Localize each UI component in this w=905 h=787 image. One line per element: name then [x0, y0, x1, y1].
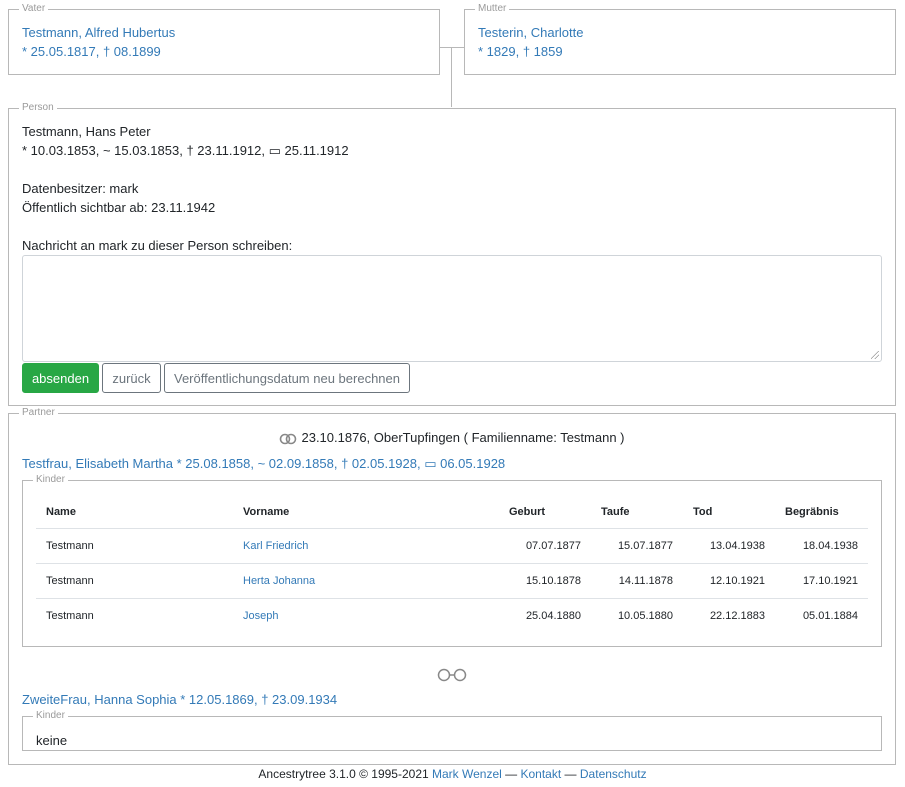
cell-begraebnis: 17.10.1921: [775, 563, 868, 599]
footer: Ancestrytree 3.1.0 © 1995-2021 Mark Wenz…: [0, 766, 905, 782]
recalc-publication-date-button[interactable]: Veröffentlichungsdatum neu berechnen: [164, 363, 410, 393]
column-header-geburt: Geburt: [499, 495, 591, 529]
send-button[interactable]: absenden: [22, 363, 99, 393]
table-row: Testmann Karl Friedrich 07.07.1877 15.07…: [36, 528, 868, 564]
partnership-icon: [437, 668, 467, 682]
unmarried-separator: [9, 668, 895, 687]
partner-legend: Partner: [19, 407, 58, 419]
column-header-vorname: Vorname: [233, 495, 499, 529]
cell-tod: 22.12.1883: [709, 610, 765, 622]
person-box: Person Testmann, Hans Peter * 10.03.1853…: [8, 102, 896, 406]
children-legend-2: Kinder: [33, 710, 68, 722]
column-header-tod: Tod: [683, 495, 775, 529]
table-row: Testmann Joseph 25.04.1880 10.05.1880 22…: [36, 599, 868, 634]
cell-tod: 13.04.1938: [683, 528, 775, 564]
contact-link[interactable]: Kontakt: [521, 767, 562, 781]
cell-taufe: 15.07.1877: [591, 528, 683, 564]
table-header-row: Name Vorname Geburt Taufe Tod Begräbnis: [36, 495, 868, 529]
mother-legend: Mutter: [475, 3, 510, 15]
cell-begraebnis: 05.01.1884: [802, 610, 858, 622]
footer-separator: —: [564, 767, 577, 781]
father-legend: Vater: [19, 3, 49, 15]
footer-separator: —: [505, 767, 518, 781]
father-name-link[interactable]: Testmann, Alfred Hubertus: [22, 23, 175, 42]
mother-name-link[interactable]: Testerin, Charlotte: [478, 23, 584, 42]
mother-box: Mutter Testerin, Charlotte * 1829, † 185…: [464, 3, 896, 75]
cell-name: Testmann: [46, 610, 94, 622]
partner-box: Partner 23.10.1876, OberTupfingen ( Fami…: [8, 407, 896, 765]
wedding-rings-icon: [280, 433, 297, 445]
footer-copyright: Ancestrytree 3.1.0 © 1995-2021: [258, 767, 429, 781]
no-children-text: keine: [36, 733, 68, 748]
child-link[interactable]: Karl Friedrich: [243, 540, 308, 552]
message-label: Nachricht an mark zu dieser Person schre…: [22, 238, 293, 253]
author-link[interactable]: Mark Wenzel: [432, 767, 502, 781]
marriage-info: 23.10.1876, OberTupfingen ( Familienname…: [9, 429, 895, 447]
parent-connector-vertical: [451, 47, 452, 107]
message-textarea[interactable]: [22, 255, 882, 362]
cell-begraebnis: 18.04.1938: [775, 528, 868, 564]
public-visible-date: Öffentlich sichtbar ab: 23.11.1942: [22, 200, 216, 215]
privacy-link[interactable]: Datenschutz: [580, 767, 647, 781]
cell-taufe: 10.05.1880: [617, 610, 673, 622]
father-box: Vater Testmann, Alfred Hubertus * 25.05.…: [8, 3, 440, 75]
table-row: Testmann Herta Johanna 15.10.1878 14.11.…: [36, 563, 868, 599]
children-legend-1: Kinder: [33, 474, 68, 486]
cell-tod: 12.10.1921: [683, 563, 775, 599]
resize-grip-icon[interactable]: [871, 351, 879, 359]
partner-2-link[interactable]: ZweiteFrau, Hanna Sophia * 12.05.1869, †…: [22, 691, 337, 709]
mother-dates-link[interactable]: * 1829, † 1859: [478, 42, 563, 61]
back-button[interactable]: zurück: [102, 363, 161, 393]
cell-name: Testmann: [36, 528, 233, 564]
data-owner: Datenbesitzer: mark: [22, 181, 139, 196]
person-name: Testmann, Hans Peter: [22, 124, 151, 139]
father-dates-link[interactable]: * 25.05.1817, † 08.1899: [22, 42, 161, 61]
children-box-1: Kinder Name Vorname Geburt Taufe Tod Beg…: [22, 474, 882, 647]
person-dates: * 10.03.1853, ~ 15.03.1853, † 23.11.1912…: [22, 143, 349, 158]
parent-connector-horizontal: [440, 47, 464, 48]
column-header-name: Name: [36, 495, 233, 529]
children-box-2: Kinder keine: [22, 710, 882, 751]
marriage-text: 23.10.1876, OberTupfingen ( Familienname…: [301, 430, 625, 445]
child-link[interactable]: Herta Johanna: [243, 575, 315, 587]
cell-geburt: 07.07.1877: [499, 528, 591, 564]
person-legend: Person: [19, 102, 57, 114]
child-link[interactable]: Joseph: [243, 610, 278, 622]
cell-taufe: 14.11.1878: [591, 563, 683, 599]
column-header-taufe: Taufe: [591, 495, 683, 529]
cell-geburt: 25.04.1880: [525, 610, 581, 622]
cell-geburt: 15.10.1878: [499, 563, 591, 599]
cell-name: Testmann: [36, 563, 233, 599]
column-header-begraebnis: Begräbnis: [775, 495, 868, 529]
children-table: Name Vorname Geburt Taufe Tod Begräbnis …: [36, 495, 868, 633]
partner-1-link[interactable]: Testfrau, Elisabeth Martha * 25.08.1858,…: [22, 455, 505, 473]
